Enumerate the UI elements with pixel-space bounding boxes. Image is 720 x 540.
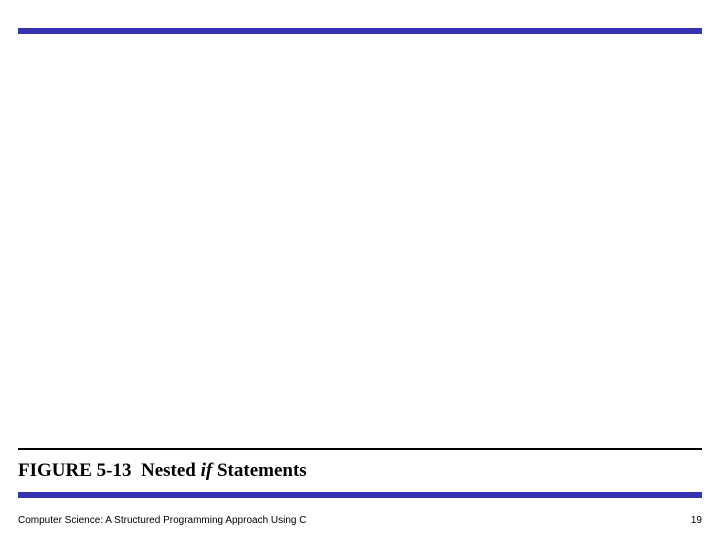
footer-page-number: 19 bbox=[691, 515, 702, 526]
caption-title-italic: if bbox=[201, 460, 213, 481]
top-horizontal-rule bbox=[18, 28, 702, 34]
thin-divider bbox=[18, 448, 702, 450]
figure-label: FIGURE 5-13 bbox=[18, 460, 131, 481]
caption-spacer bbox=[131, 460, 141, 481]
footer: Computer Science: A Structured Programmi… bbox=[18, 515, 702, 526]
figure-caption: FIGURE 5-13 Nested if Statements bbox=[18, 456, 702, 490]
caption-title-prefix: Nested bbox=[141, 460, 201, 481]
bottom-horizontal-rule bbox=[18, 492, 702, 498]
slide: FIGURE 5-13 Nested if Statements Compute… bbox=[0, 0, 720, 540]
footer-book-title: Computer Science: A Structured Programmi… bbox=[18, 515, 306, 526]
caption-block: FIGURE 5-13 Nested if Statements bbox=[18, 448, 702, 498]
caption-title-suffix: Statements bbox=[212, 460, 306, 481]
